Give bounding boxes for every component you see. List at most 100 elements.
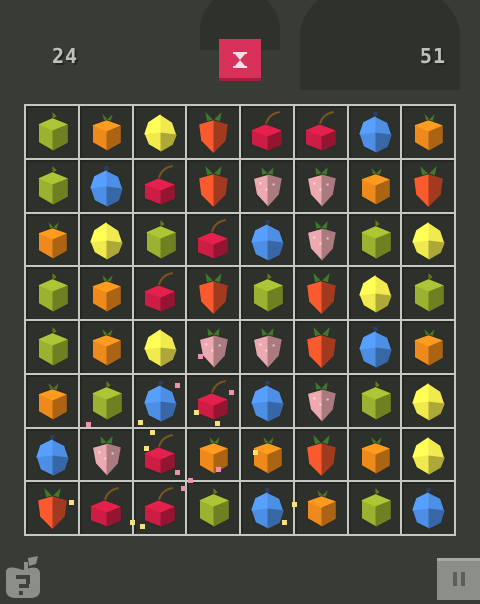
board-cell[interactable] xyxy=(348,106,401,158)
board-cell[interactable] xyxy=(294,321,347,373)
board-cell[interactable] xyxy=(133,106,186,158)
pause-button[interactable] xyxy=(437,558,480,600)
timer-button[interactable] xyxy=(219,39,261,81)
game-board xyxy=(24,104,456,536)
berry-icon xyxy=(250,380,285,423)
board-cell[interactable] xyxy=(187,267,239,319)
board-cell[interactable] xyxy=(294,106,347,158)
board-cell[interactable] xyxy=(348,482,401,534)
pause-icon-bar xyxy=(460,572,465,586)
board-cell[interactable] xyxy=(26,267,78,319)
lime-icon xyxy=(359,219,392,260)
board-cell[interactable] xyxy=(348,321,401,373)
board-cell[interactable] xyxy=(79,213,132,266)
board-cell[interactable] xyxy=(133,482,186,534)
cherry-icon xyxy=(142,487,176,528)
board-cell[interactable] xyxy=(26,374,78,427)
board-cell[interactable] xyxy=(26,213,78,266)
board-cell[interactable] xyxy=(187,374,239,427)
board-cell[interactable] xyxy=(79,106,132,158)
board-cell[interactable] xyxy=(79,482,132,534)
board-cell[interactable] xyxy=(241,321,293,373)
board-cell[interactable] xyxy=(241,267,293,319)
lime-icon xyxy=(413,273,445,314)
strawberry-icon xyxy=(306,220,337,262)
board-cell[interactable] xyxy=(294,159,347,212)
board-cell[interactable] xyxy=(241,106,293,158)
board-cell[interactable] xyxy=(294,267,347,319)
board-cell[interactable] xyxy=(348,267,401,319)
carrot-icon xyxy=(198,165,229,208)
berry-icon xyxy=(89,165,124,208)
board-cell[interactable] xyxy=(79,374,132,427)
strawberry-icon xyxy=(306,166,337,208)
board-cell[interactable] xyxy=(26,428,78,481)
board-cell[interactable] xyxy=(402,106,454,158)
cherry-icon xyxy=(142,164,176,206)
orange-icon xyxy=(413,329,444,367)
board-cell[interactable] xyxy=(133,267,186,319)
moves-counter: 24 xyxy=(52,44,79,68)
board-cell[interactable] xyxy=(133,374,186,427)
board-cell[interactable] xyxy=(402,374,454,427)
hint-button[interactable] xyxy=(2,556,44,600)
board-cell[interactable] xyxy=(348,428,401,481)
board-cell[interactable] xyxy=(79,428,132,481)
orange-icon xyxy=(252,436,283,475)
board-cell[interactable] xyxy=(26,482,78,534)
carrot-icon xyxy=(306,327,337,370)
board-cell[interactable] xyxy=(294,428,347,481)
lemon-icon xyxy=(411,220,446,261)
board-cell[interactable] xyxy=(187,159,239,212)
board-cell[interactable] xyxy=(402,267,454,319)
cherry-icon xyxy=(142,272,176,313)
board-cell[interactable] xyxy=(79,321,132,373)
board-cell[interactable] xyxy=(187,482,239,534)
orange-icon xyxy=(359,436,391,475)
board-cell[interactable] xyxy=(294,374,347,427)
lime-icon xyxy=(198,488,230,529)
board-cell[interactable] xyxy=(133,213,186,266)
cherry-icon xyxy=(304,111,337,152)
board-cell[interactable] xyxy=(348,374,401,427)
board-cell[interactable] xyxy=(294,213,347,266)
lime-icon xyxy=(359,488,392,529)
orange-icon xyxy=(306,490,337,529)
board-cell[interactable] xyxy=(348,159,401,212)
board-cell[interactable] xyxy=(294,482,347,534)
board-cell[interactable] xyxy=(187,106,239,158)
orange-icon xyxy=(37,221,68,260)
board-cell[interactable] xyxy=(26,321,78,373)
board-cell[interactable] xyxy=(402,428,454,481)
board-cell[interactable] xyxy=(241,159,293,212)
board-cell[interactable] xyxy=(26,159,78,212)
board-cell[interactable] xyxy=(241,428,293,481)
berry-icon xyxy=(35,434,70,477)
lemon-icon xyxy=(411,381,446,422)
strawberry-icon xyxy=(306,381,337,423)
board-cell[interactable] xyxy=(241,213,293,266)
lime-icon xyxy=(37,165,69,206)
board-cell[interactable] xyxy=(402,482,454,534)
board-cell[interactable] xyxy=(79,159,132,212)
lime-icon xyxy=(91,380,123,421)
board-cell[interactable] xyxy=(402,159,454,212)
board-cell[interactable] xyxy=(79,267,132,319)
board-cell[interactable] xyxy=(26,106,78,158)
board-cell[interactable] xyxy=(133,159,186,212)
board-cell[interactable] xyxy=(133,321,186,373)
board-cell[interactable] xyxy=(348,213,401,266)
board-cell[interactable] xyxy=(187,428,239,481)
cherry-icon xyxy=(89,487,122,528)
board-cell[interactable] xyxy=(133,428,186,481)
lemon-icon xyxy=(142,328,178,368)
board-cell[interactable] xyxy=(187,213,239,266)
lime-icon xyxy=(37,327,69,367)
strawberry-icon xyxy=(252,166,283,208)
board-cell[interactable] xyxy=(187,321,239,373)
board-cell[interactable] xyxy=(402,321,454,373)
lemon-icon xyxy=(142,113,178,153)
board-cell[interactable] xyxy=(402,213,454,266)
board-cell[interactable] xyxy=(241,482,293,534)
board-cell[interactable] xyxy=(241,374,293,427)
